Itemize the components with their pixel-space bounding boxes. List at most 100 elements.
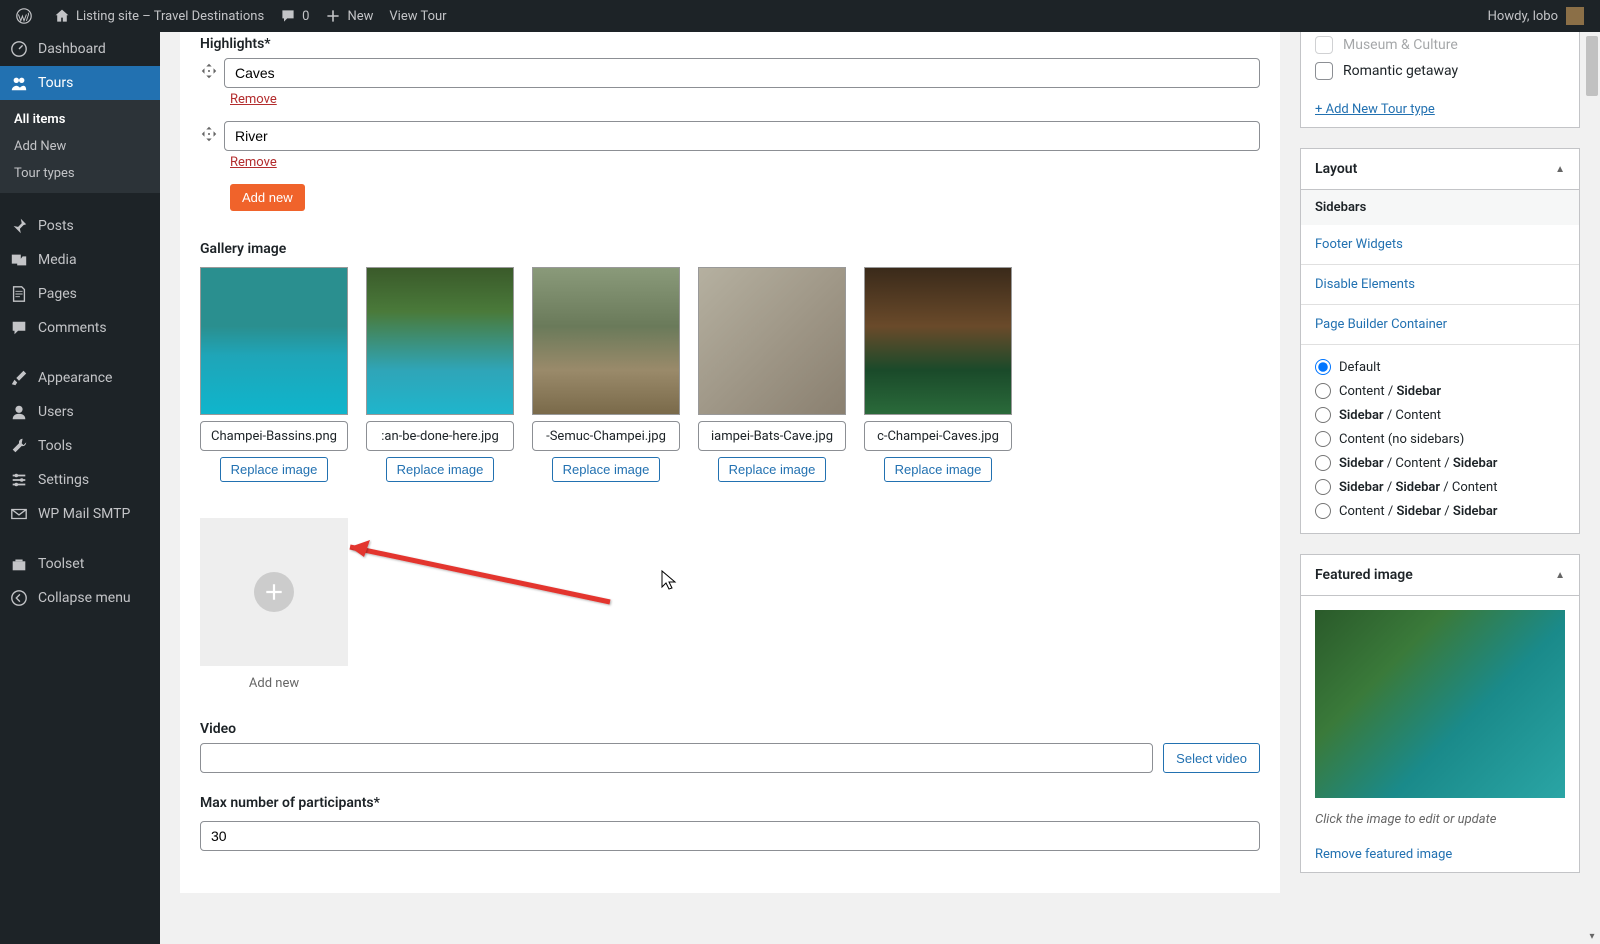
add-new-tile[interactable] <box>200 518 348 666</box>
layout-radio-option[interactable]: Default <box>1301 355 1579 379</box>
tour-type-checkbox[interactable]: Romantic getaway <box>1301 58 1579 84</box>
dashboard-icon <box>10 40 28 58</box>
featured-image-thumbnail[interactable] <box>1315 610 1565 798</box>
layout-radio-option[interactable]: Sidebar / Content <box>1301 403 1579 427</box>
highlight-row <box>200 121 1260 151</box>
layout-radio-option[interactable]: Content / Sidebar <box>1301 379 1579 403</box>
sidebar-item-label: WP Mail SMTP <box>38 506 130 522</box>
gallery-thumbnail[interactable] <box>532 267 680 415</box>
gallery-filename: c-Champei-Caves.jpg <box>864 421 1012 451</box>
scrollbar-thumb[interactable] <box>1586 36 1598 96</box>
add-new-highlight-button[interactable]: Add new <box>230 184 305 211</box>
highlight-input[interactable] <box>224 58 1260 88</box>
comments-link[interactable]: 0 <box>272 0 317 32</box>
wrench-icon <box>10 437 28 455</box>
layout-link[interactable]: Disable Elements <box>1301 265 1579 305</box>
sidebar-item-dashboard[interactable]: Dashboard <box>0 32 160 66</box>
radio-label: Content / Sidebar / Sidebar <box>1339 504 1498 519</box>
layout-link[interactable]: Page Builder Container <box>1301 305 1579 345</box>
gallery-item: :an-be-done-here.jpg Replace image <box>366 267 514 482</box>
site-name-link[interactable]: Listing site – Travel Destinations <box>46 0 272 32</box>
widget-toggle[interactable]: Featured image▲ <box>1301 555 1579 596</box>
view-tour-label: View Tour <box>389 9 446 24</box>
layout-radio-option[interactable]: Content (no sidebars) <box>1301 427 1579 451</box>
scroll-down-icon[interactable]: ▾ <box>1584 928 1600 944</box>
sidebar-item-label: Media <box>38 252 77 268</box>
radio-input[interactable] <box>1315 479 1331 495</box>
sidebar-item-media[interactable]: Media <box>0 243 160 277</box>
gallery-item: -Semuc-Champei.jpg Replace image <box>532 267 680 482</box>
sidebar-collapse[interactable]: Collapse menu <box>0 581 160 615</box>
radio-input[interactable] <box>1315 503 1331 519</box>
video-input[interactable] <box>200 743 1153 773</box>
max-participants-input[interactable] <box>200 821 1260 851</box>
page-icon <box>10 285 28 303</box>
add-new-tour-type-link[interactable]: + Add New Tour type <box>1301 92 1579 127</box>
layout-radio-option[interactable]: Sidebar / Content / Sidebar <box>1301 451 1579 475</box>
remove-link[interactable]: Remove <box>230 92 277 107</box>
gallery-item: c-Champei-Caves.jpg Replace image <box>864 267 1012 482</box>
sidebar-item-label: Posts <box>38 218 74 234</box>
drag-handle-icon[interactable] <box>200 62 224 84</box>
highlight-input[interactable] <box>224 121 1260 151</box>
sidebar-subitem-all-items[interactable]: All items <box>0 106 160 133</box>
sidebar-item-appearance[interactable]: Appearance <box>0 361 160 395</box>
replace-image-button[interactable]: Replace image <box>718 457 827 482</box>
avatar <box>1566 7 1584 25</box>
gallery-add-new[interactable]: Add new <box>200 518 348 691</box>
wp-logo[interactable] <box>8 0 46 32</box>
sidebar-item-tools[interactable]: Tools <box>0 429 160 463</box>
remove-link[interactable]: Remove <box>230 155 277 170</box>
radio-label: Content (no sidebars) <box>1339 432 1464 447</box>
radio-input[interactable] <box>1315 455 1331 471</box>
sidebar-item-settings[interactable]: Settings <box>0 463 160 497</box>
layout-radio-option[interactable]: Content / Sidebar / Sidebar <box>1301 499 1579 523</box>
remove-featured-image-link[interactable]: Remove featured image <box>1301 837 1579 872</box>
gallery-thumbnail[interactable] <box>200 267 348 415</box>
gallery-thumbnail[interactable] <box>698 267 846 415</box>
layout-radio-option[interactable]: Sidebar / Sidebar / Content <box>1301 475 1579 499</box>
scrollbar[interactable]: ▴ ▾ <box>1584 32 1600 944</box>
select-video-button[interactable]: Select video <box>1163 743 1260 773</box>
widget-layout: Layout▲ Sidebars Footer Widgets Disable … <box>1300 148 1580 534</box>
replace-image-button[interactable]: Replace image <box>220 457 329 482</box>
howdy-link[interactable]: Howdy, lobo <box>1480 0 1592 32</box>
sidebar-subitem-add-new[interactable]: Add New <box>0 133 160 160</box>
video-row: Select video <box>200 743 1260 773</box>
radio-input[interactable] <box>1315 407 1331 423</box>
radio-input[interactable] <box>1315 431 1331 447</box>
sidebar-item-toolset[interactable]: Toolset <box>0 547 160 581</box>
wordpress-icon <box>16 8 32 24</box>
sidebar-item-users[interactable]: Users <box>0 395 160 429</box>
new-content-link[interactable]: New <box>317 0 381 32</box>
radio-label: Content / Sidebar <box>1339 384 1441 399</box>
gallery-thumbnail[interactable] <box>864 267 1012 415</box>
replace-image-button[interactable]: Replace image <box>386 457 495 482</box>
sidebar-item-label: Appearance <box>38 370 112 386</box>
widget-featured-image: Featured image▲ Click the image to edit … <box>1300 554 1580 873</box>
checkbox-label: Museum & Culture <box>1343 37 1458 53</box>
sidebar-item-label: Collapse menu <box>38 590 131 606</box>
gallery-filename: -Semuc-Champei.jpg <box>532 421 680 451</box>
sidebar-item-comments[interactable]: Comments <box>0 311 160 345</box>
widget-tour-type: Museum & Culture Romantic getaway + Add … <box>1300 32 1580 128</box>
drag-handle-icon[interactable] <box>200 125 224 147</box>
widget-toggle[interactable]: Layout▲ <box>1301 149 1579 190</box>
replace-image-button[interactable]: Replace image <box>884 457 993 482</box>
replace-image-button[interactable]: Replace image <box>552 457 661 482</box>
sidebar-item-posts[interactable]: Posts <box>0 209 160 243</box>
gallery-thumbnail[interactable] <box>366 267 514 415</box>
radio-input[interactable] <box>1315 383 1331 399</box>
view-tour-link[interactable]: View Tour <box>381 0 454 32</box>
gallery-item: iampei-Bats-Cave.jpg Replace image <box>698 267 846 482</box>
sidebar-item-pages[interactable]: Pages <box>0 277 160 311</box>
layout-link[interactable]: Footer Widgets <box>1301 225 1579 265</box>
sidebar-subitem-tour-types[interactable]: Tour types <box>0 160 160 187</box>
radio-input[interactable] <box>1315 359 1331 375</box>
sidebar-item-wp-mail-smtp[interactable]: WP Mail SMTP <box>0 497 160 531</box>
sidebar-item-tours[interactable]: Tours <box>0 66 160 100</box>
tour-type-checkbox[interactable]: Museum & Culture <box>1301 32 1579 58</box>
radio-label: Sidebar / Sidebar / Content <box>1339 480 1498 495</box>
site-title: Listing site – Travel Destinations <box>76 9 264 24</box>
comment-icon <box>280 8 296 24</box>
